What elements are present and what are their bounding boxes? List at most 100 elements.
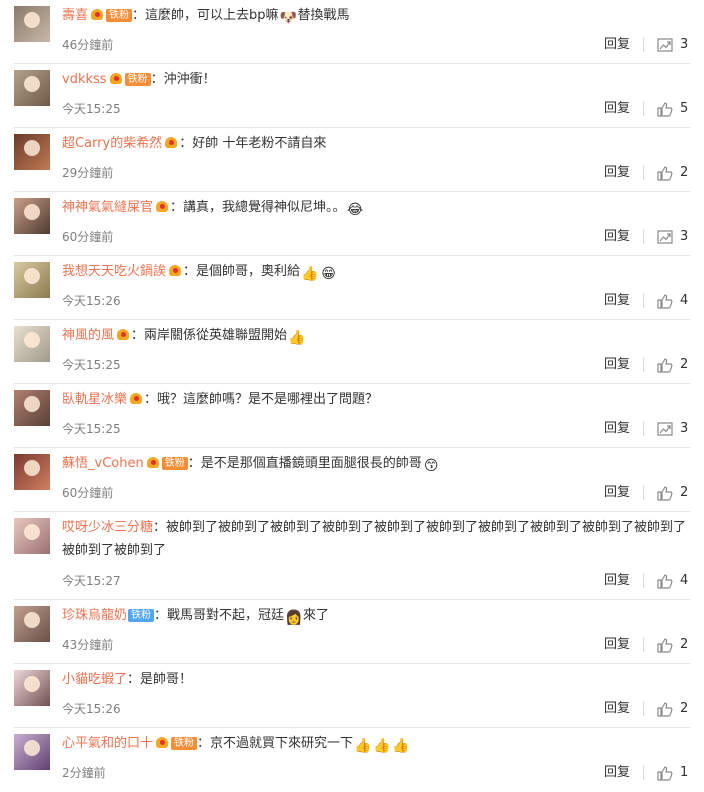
thumbs-up-icon[interactable] [657,485,673,501]
avatar[interactable] [14,518,50,554]
comment-text: 珍珠烏龍奶 铁粉 ：戰馬哥對不起，冠廷👩來了 [62,606,690,627]
separator: ： [150,72,164,87]
avatar[interactable] [14,326,50,362]
timestamp: 今天15:26 [62,294,121,308]
emoji-icon: 👍 [373,738,391,754]
separator: ： [154,608,168,623]
avatar[interactable] [14,198,50,234]
reply-button[interactable]: 回复 [604,764,630,782]
vip-crown-icon [155,200,170,213]
timestamp: 46分鐘前 [62,38,114,52]
action-divider [643,486,644,500]
comment-content: 沖沖衝！ [163,72,216,87]
username-link[interactable]: 臥軌星冰樂 [62,392,127,407]
comment-item: 壽喜 铁粉 ：這麼帥，可以上去bp嘛🐶替換戰馬 46分鐘前 回复 3 [0,0,704,64]
username-link[interactable]: 心平氣和的口十 [62,736,153,751]
comment-item: 神風的風 ：兩岸關係從英雄聯盟開始👍 今天15:25 回复 2 [0,320,704,384]
comment-item: vdkkss 铁粉 ：沖沖衝！ 今天15:25 回复 5 [0,64,704,128]
comment-content: 戰馬哥對不起，冠廷 [167,608,285,623]
like-count: 5 [680,101,689,116]
vip-crown-icon [168,264,183,277]
username-link[interactable]: vdkkss [62,72,107,87]
like-count: 4 [680,293,689,308]
username-link[interactable]: 珍珠烏龍奶 [62,608,127,623]
avatar[interactable] [14,734,50,770]
action-divider [643,574,644,588]
reply-button[interactable]: 回复 [604,636,630,654]
comment-text: 神風的風 ：兩岸關係從英雄聯盟開始👍 [62,326,690,347]
vip-crown-icon [146,456,161,469]
emoji-icon: 👍 [288,330,306,346]
thumbs-up-icon[interactable] [657,101,673,117]
avatar[interactable] [14,262,50,298]
avatar[interactable] [14,390,50,426]
avatar[interactable] [14,6,50,42]
fan-badge: 铁粉 [106,9,133,22]
action-divider [643,702,644,716]
timestamp: 今天15:25 [62,422,121,436]
share-icon[interactable] [657,37,673,53]
username-link[interactable]: 神神氣氣縫屎官 [62,200,153,215]
comment-item: 哎呀少冰三分糖：被帥到了被帥到了被帥到了被帥到了被帥到了被帥到了被帥到了被帥到了… [0,512,704,600]
comment-content: 講真，我總覺得神似尼坤。。 [183,200,346,215]
like-count: 3 [680,421,689,436]
comment-content: 好帥 十年老粉不請自來 [192,136,327,151]
comment-text: 蘇悟_vCohen 铁粉 ：是不是那個直播鏡頭里面腿很長的帥哥 😙 [62,454,690,475]
username-link[interactable]: 神風的風 [62,328,114,343]
share-icon[interactable] [657,229,673,245]
reply-button[interactable]: 回复 [604,484,630,502]
action-divider [643,230,644,244]
separator: ： [131,328,145,343]
thumbs-up-icon[interactable] [657,357,673,373]
comment-content: 是不是那個直播鏡頭里面腿很長的帥哥 [200,456,422,471]
thumbs-up-icon[interactable] [657,573,673,589]
like-count: 2 [680,701,689,716]
timestamp: 60分鐘前 [62,486,114,500]
avatar[interactable] [14,670,50,706]
vip-crown-icon [116,328,131,341]
thumbs-up-icon[interactable] [657,165,673,181]
reply-button[interactable]: 回复 [604,164,630,182]
fan-badge: 铁粉 [128,609,155,622]
avatar[interactable] [14,70,50,106]
username-link[interactable]: 蘇悟_vCohen [62,456,144,471]
username-link[interactable]: 小貓吃蝦了 [62,672,127,687]
comment-content: 兩岸關係從英雄聯盟開始 [144,328,288,343]
reply-button[interactable]: 回复 [604,572,630,590]
username-link[interactable]: 超Carry的柴希然 [62,136,162,151]
vip-crown-icon [129,392,144,405]
avatar[interactable] [14,134,50,170]
emoji-icon: 🐶 [279,10,297,26]
thumbs-up-icon[interactable] [657,701,673,717]
fan-badge: 铁粉 [161,457,188,470]
username-link[interactable]: 我想天天吃火鍋誒 [62,264,166,279]
reply-button[interactable]: 回复 [604,356,630,374]
thumbs-up-icon[interactable] [657,765,673,781]
comment-text: 臥軌星冰樂 ：哦？這麼帥嗎？是不是哪裡出了問題？ [62,390,690,410]
reply-button[interactable]: 回复 [604,228,630,246]
comment-content: 哦？這麼帥嗎？是不是哪裡出了問題？ [157,392,379,407]
timestamp: 2分鐘前 [62,766,106,780]
reply-button[interactable]: 回复 [604,292,630,310]
reply-button[interactable]: 回复 [604,700,630,718]
like-count: 3 [680,229,689,244]
avatar[interactable] [14,454,50,490]
comment-text: vdkkss 铁粉 ：沖沖衝！ [62,70,690,90]
username-link[interactable]: 哎呀少冰三分糖 [62,520,153,535]
thumbs-up-icon[interactable] [657,293,673,309]
separator: ： [179,136,193,151]
avatar[interactable] [14,606,50,642]
timestamp: 60分鐘前 [62,230,114,244]
thumbs-up-icon[interactable] [657,637,673,653]
comment-item: 我想天天吃火鍋誒 ：是個帥哥，奧利給👍 😁 今天15:26 回复 4 [0,256,704,320]
username-link[interactable]: 壽喜 [62,8,88,23]
share-icon[interactable] [657,421,673,437]
emoji-icon: 👍 [301,266,319,282]
action-divider [643,638,644,652]
reply-button[interactable]: 回复 [604,36,630,54]
reply-button[interactable]: 回复 [604,100,630,118]
emoji-icon: 👩 [285,610,303,626]
like-count: 3 [680,37,689,52]
comment-item: 心平氣和的口十 铁粉 ：京不過就買下來研究一下👍 👍 👍 2分鐘前 回复 1 [0,728,704,792]
reply-button[interactable]: 回复 [604,420,630,438]
